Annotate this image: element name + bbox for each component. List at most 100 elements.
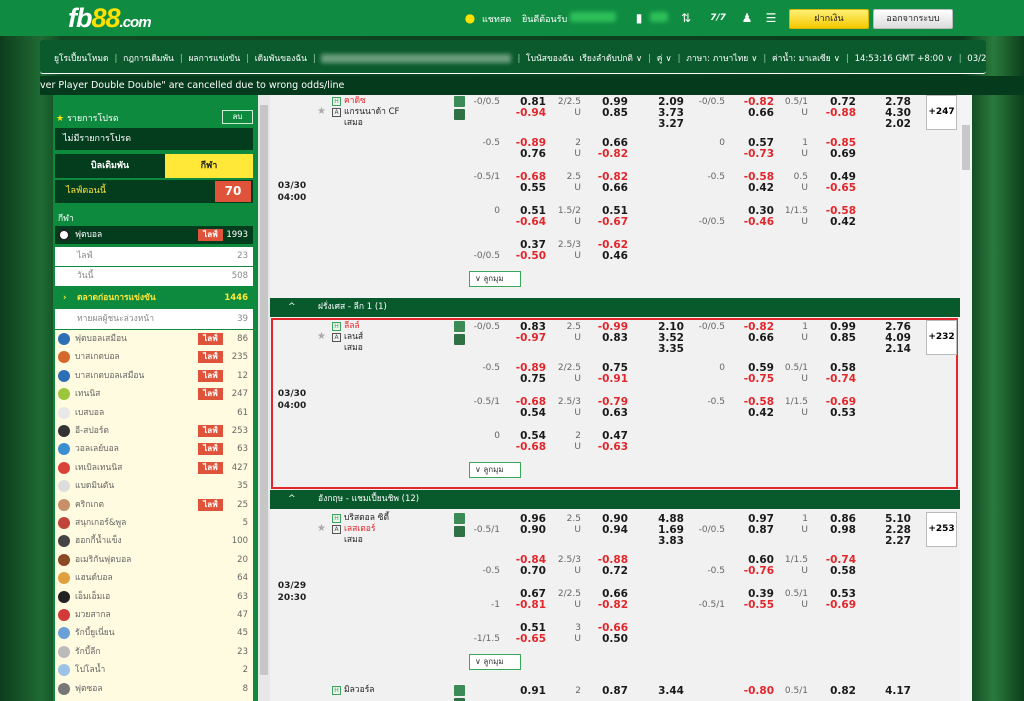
ht-under-odds[interactable]: -0.69 — [816, 599, 856, 611]
ht-over-odds[interactable]: 0.82 — [816, 685, 856, 697]
ht-handicap-away-odds[interactable]: 0.87 — [734, 524, 774, 536]
lineup-icon[interactable] — [454, 109, 465, 120]
sport-item[interactable]: แบดมินตัน 35 — [55, 477, 253, 495]
sport-item[interactable]: ฟุตซอล 8 — [55, 680, 253, 698]
corners-toggle-button[interactable]: ∨ ลูกมุม — [469, 462, 521, 478]
sport-item[interactable]: อี-สปอร์ต ไลฟ์ 253 — [55, 422, 253, 440]
ht-under-odds[interactable]: 0.69 — [816, 148, 856, 160]
sport-item[interactable]: ฟุตบอลเสมือน ไลฟ์ 86 — [55, 330, 253, 348]
football-sub-item[interactable]: วันนี้ 508 — [55, 267, 253, 286]
sport-item[interactable]: วอลเลย์บอล ไลฟ์ 63 — [55, 440, 253, 458]
ht-under-odds[interactable]: -0.65 — [816, 182, 856, 194]
ht-under-odds[interactable]: -0.74 — [816, 373, 856, 385]
sport-item[interactable]: เทเบิลเทนนิส ไลฟ์ 427 — [55, 459, 253, 477]
sport-item-football[interactable]: ฟุตบอล ไลฟ์ 1993 — [55, 226, 253, 244]
star-icon[interactable]: ★ — [317, 331, 326, 342]
under-odds[interactable]: -0.82 — [588, 599, 628, 611]
ht-handicap-away-odds[interactable]: 0.66 — [734, 332, 774, 344]
clock[interactable]: 14:53:16 GMT +8:00 — [855, 54, 944, 64]
under-odds[interactable]: 0.94 — [588, 524, 628, 536]
sport-item[interactable]: รักบี้ยูเนี่ยน 45 — [55, 624, 253, 642]
handicap-home-odds[interactable]: 0.91 — [506, 685, 546, 697]
chat-icon[interactable]: ● — [463, 11, 477, 25]
star-icon[interactable]: ★ — [317, 523, 326, 534]
under-odds[interactable]: 0.63 — [588, 407, 628, 419]
scrollbar-thumb[interactable] — [260, 105, 268, 675]
transfer-icon[interactable]: ⇅ — [679, 11, 693, 25]
collapse-icon[interactable]: ^ — [288, 298, 296, 317]
tab-sports[interactable]: กีฬา — [165, 154, 253, 178]
sport-item[interactable]: ฮอกกี้น้ำแข็ง 100 — [55, 532, 253, 550]
sport-item[interactable]: สนุกเกอร์&พูล 5 — [55, 514, 253, 532]
corners-toggle-button[interactable]: ∨ ลูกมุม — [469, 654, 521, 670]
under-odds[interactable]: 0.66 — [588, 182, 628, 194]
stats-icon[interactable] — [454, 685, 465, 696]
stats-icon[interactable] — [454, 513, 465, 524]
handicap-away-odds[interactable]: -0.94 — [506, 107, 546, 119]
ht-under-odds[interactable]: 0.98 — [816, 524, 856, 536]
under-odds[interactable]: -0.82 — [588, 148, 628, 160]
nav-rules[interactable]: กฎการเดิมพัน — [123, 54, 174, 64]
handicap-away-odds[interactable]: -0.68 — [506, 441, 546, 453]
corners-toggle-button[interactable]: ∨ ลูกมุม — [469, 271, 521, 287]
handicap-away-odds[interactable]: 0.54 — [506, 407, 546, 419]
ht-1x2-odds[interactable]: 2.27 — [871, 535, 911, 547]
logout-button[interactable]: ออกจากระบบ — [873, 9, 953, 29]
collapse-icon[interactable]: ^ — [288, 490, 296, 509]
ht-under-odds[interactable]: 0.42 — [816, 216, 856, 228]
sport-item[interactable]: มวยสากล 47 — [55, 606, 253, 624]
more-markets-button[interactable]: +232 — [926, 320, 957, 355]
ht-handicap-away-odds[interactable]: -0.46 — [734, 216, 774, 228]
handicap-away-odds[interactable]: -0.97 — [506, 332, 546, 344]
delete-favorites-button[interactable]: ลบ — [222, 110, 253, 124]
league-header[interactable]: ^ อังกฤษ - แชมเปี้ยนชิพ (12) — [270, 490, 960, 509]
under-odds[interactable]: 0.85 — [588, 107, 628, 119]
ht-handicap-away-odds[interactable]: -0.75 — [734, 373, 774, 385]
sidebar-scrollbar[interactable] — [258, 95, 270, 701]
ht-under-odds[interactable]: 0.58 — [816, 565, 856, 577]
ht-under-odds[interactable]: 0.85 — [816, 332, 856, 344]
handicap-away-odds[interactable]: 0.70 — [506, 565, 546, 577]
home-team[interactable]: มิลวอร์ล — [344, 684, 374, 696]
star-icon[interactable]: ★ — [317, 106, 326, 117]
live-chat-link[interactable]: แชทสด — [482, 12, 511, 26]
ht-handicap-away-odds[interactable]: -0.73 — [734, 148, 774, 160]
ht-1x2-odds[interactable]: 2.14 — [871, 343, 911, 355]
under-odds[interactable]: 0.46 — [588, 250, 628, 262]
odds-type-dropdown[interactable]: ค่าน้ำ: มาเลเซีย — [772, 54, 831, 64]
1x2-odds[interactable]: 3.44 — [644, 685, 684, 697]
sport-item[interactable]: โปโลน้ำ 2 — [55, 661, 253, 679]
nav-my-bets[interactable]: เดิมพันของฉัน — [255, 54, 307, 64]
football-outright[interactable]: ทายผลผู้ชนะล่วงหน้า 39 — [55, 309, 253, 329]
ht-handicap-away-odds[interactable]: -0.55 — [734, 599, 774, 611]
sport-item[interactable]: เอ็มเอ็มเอ 63 — [55, 588, 253, 606]
nav-my-bonus[interactable]: โบนัสของฉัน — [526, 54, 574, 64]
fb88-logo[interactable]: fb88.com — [68, 3, 152, 34]
ht-handicap-away-odds[interactable]: -0.76 — [734, 565, 774, 577]
nav-results[interactable]: ผลการแข่งขัน — [188, 54, 240, 64]
ht-under-odds[interactable]: 0.53 — [816, 407, 856, 419]
scrollbar-thumb[interactable] — [962, 125, 970, 170]
pair-dropdown[interactable]: คู่ — [657, 54, 663, 64]
football-early-market[interactable]: › ตลาดก่อนการแข่งขัน 1446 — [55, 288, 253, 308]
under-odds[interactable]: -0.67 — [588, 216, 628, 228]
under-odds[interactable]: -0.63 — [588, 441, 628, 453]
ht-handicap-away-odds[interactable]: 0.42 — [734, 182, 774, 194]
announcement-ticker[interactable]: ver Player Double Double" are cancelled … — [40, 76, 1024, 95]
handicap-away-odds[interactable]: 0.75 — [506, 373, 546, 385]
deposit-button[interactable]: ฝากเงิน — [789, 9, 869, 29]
list-icon[interactable]: ☰ — [764, 11, 778, 25]
under-odds[interactable]: 0.83 — [588, 332, 628, 344]
ht-handicap-away-odds[interactable]: 0.66 — [734, 107, 774, 119]
ht-under-odds[interactable]: -0.88 — [816, 107, 856, 119]
sport-item[interactable]: คริกเกต ไลฟ์ 25 — [55, 496, 253, 514]
sport-item[interactable]: บาสเกตบอล ไลฟ์ 235 — [55, 348, 253, 366]
over-odds[interactable]: 0.87 — [588, 685, 628, 697]
language-dropdown[interactable]: ภาษา: ภาษาไทย — [686, 54, 748, 64]
sport-item[interactable]: อเมริกันฟุตบอล 20 — [55, 551, 253, 569]
under-odds[interactable]: -0.91 — [588, 373, 628, 385]
ht-1x2-odds[interactable]: 4.17 — [871, 685, 911, 697]
football-sub-item[interactable]: ไลฟ์ 23 — [55, 247, 253, 266]
1x2-odds[interactable]: 3.83 — [644, 535, 684, 547]
1x2-odds[interactable]: 3.35 — [644, 343, 684, 355]
